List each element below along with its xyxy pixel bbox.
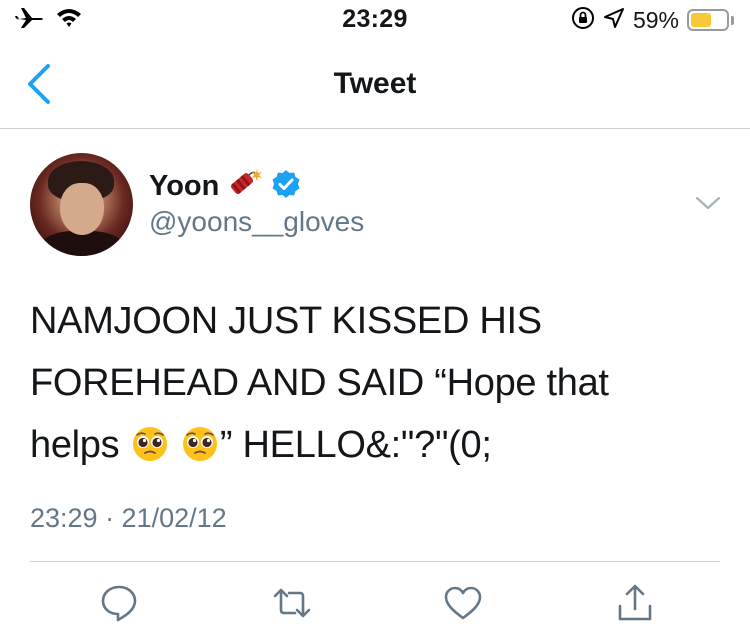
tweet-text-segment: helps [30, 424, 120, 466]
avatar[interactable] [30, 153, 133, 256]
reply-button[interactable] [98, 582, 140, 624]
navigation-bar: Tweet [0, 40, 750, 129]
pleading-face-icon [132, 419, 168, 461]
author-name-row[interactable]: Yoon [149, 168, 301, 204]
reply-icon [101, 585, 137, 622]
status-bar-right: 59% [571, 6, 734, 34]
author-display-name[interactable]: Yoon [149, 170, 219, 203]
tweet-options-button[interactable] [694, 193, 722, 213]
tweet-timestamp: 23:29 · 21/02/12 [30, 503, 227, 533]
like-icon [444, 586, 482, 620]
author-handle[interactable]: @yoons__gloves [149, 206, 364, 238]
orientation-lock-icon [571, 6, 595, 35]
divider [30, 561, 720, 562]
retweet-button[interactable] [271, 582, 313, 624]
tweet-text-segment: ” HELLO&:"?"(0; [219, 424, 492, 466]
location-icon [603, 7, 625, 34]
share-icon [618, 584, 652, 621]
tweet-text-line: NAMJOON JUST KISSED HIS [30, 300, 542, 342]
verified-badge-icon [271, 169, 301, 204]
battery-icon [687, 9, 729, 31]
battery-percentage: 59% [632, 6, 679, 33]
firecracker-icon [227, 167, 263, 206]
page-title: Tweet [333, 67, 417, 100]
tweet-text-line: helps ” HELLO&:"?"(0; [30, 414, 720, 476]
pleading-face-icon [182, 419, 218, 461]
chevron-down-icon [695, 196, 721, 210]
retweet-icon [273, 588, 311, 618]
status-bar: 23:29 59% [0, 0, 750, 40]
tweet-text: NAMJOON JUST KISSED HIS FOREHEAD AND SAI… [30, 290, 720, 476]
battery-level-fill [691, 13, 711, 27]
tweet-detail-screen: 23:29 59% Tweet Yoon @yoons__gloves NAMJ… [0, 0, 750, 642]
battery-cap [731, 15, 734, 25]
tweet-text-line: FOREHEAD AND SAID “Hope that [30, 362, 609, 404]
like-button[interactable] [442, 582, 484, 624]
share-button[interactable] [614, 582, 656, 624]
